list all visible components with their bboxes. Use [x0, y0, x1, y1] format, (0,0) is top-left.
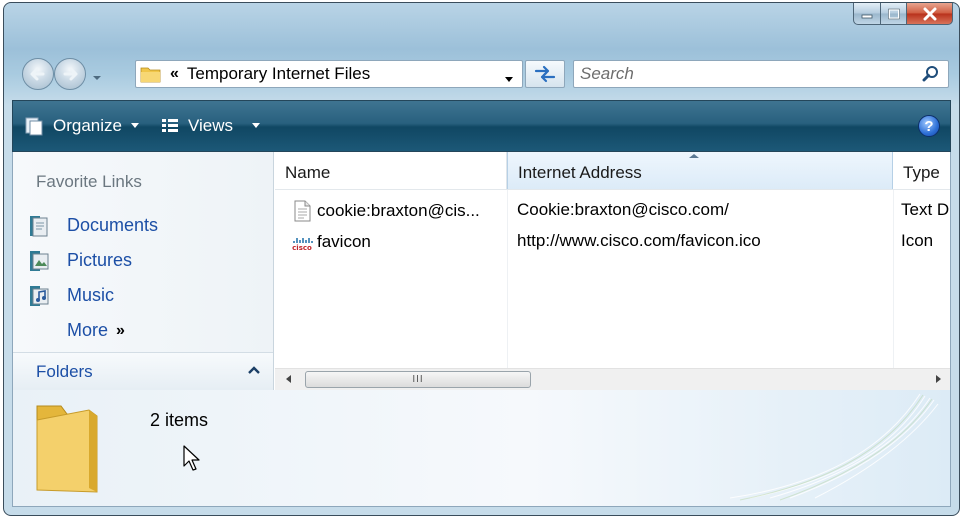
search-input[interactable]: [580, 62, 918, 86]
forward-button[interactable]: [54, 58, 86, 90]
chevron-up-icon: [248, 366, 260, 374]
address-bar[interactable]: « Temporary Internet Files: [135, 60, 523, 88]
documents-icon: [27, 213, 53, 239]
chevron-down-icon: [252, 123, 261, 128]
organize-button[interactable]: Organize: [13, 101, 150, 151]
close-button[interactable]: [907, 3, 953, 25]
scrollbar-grip: III: [412, 374, 424, 385]
navigation-pane: Favorite Links Documents Pictures Music …: [13, 152, 274, 390]
file-address: http://www.cisco.com/favicon.ico: [517, 231, 761, 250]
favorite-link-documents[interactable]: Documents: [27, 208, 267, 243]
folder-icon: [31, 396, 111, 496]
back-button[interactable]: [22, 58, 54, 90]
file-name: favicon: [317, 232, 371, 251]
file-row[interactable]: cookie:braxton@cis... Cookie:braxton@cis…: [275, 195, 950, 226]
folders-label: Folders: [36, 362, 93, 381]
file-name-cell: cisco favicon: [291, 231, 503, 253]
column-header-name[interactable]: Name: [275, 152, 507, 189]
breadcrumb-overflow[interactable]: «: [170, 65, 179, 83]
favorite-link-music[interactable]: Music: [27, 278, 267, 313]
explorer-window: « Temporary Internet Files Or: [3, 2, 960, 516]
folders-bar[interactable]: Folders: [13, 352, 273, 390]
views-button[interactable]: Views: [150, 101, 271, 151]
swoosh-decoration-icon: [729, 393, 939, 501]
text-document-icon: [291, 200, 313, 222]
favorite-links-more[interactable]: More »: [27, 313, 267, 348]
minimize-button[interactable]: [853, 3, 881, 25]
file-rows: cookie:braxton@cis... Cookie:braxton@cis…: [275, 195, 950, 257]
chevron-down-icon: [505, 77, 513, 82]
scroll-left-icon[interactable]: [285, 374, 293, 384]
cisco-icon: cisco: [291, 231, 313, 253]
details-pane: 2 items: [12, 390, 951, 507]
music-icon: [27, 283, 53, 309]
svg-text:cisco: cisco: [292, 244, 312, 252]
maximize-button[interactable]: [881, 3, 907, 25]
file-name-cell: cookie:braxton@cis...: [291, 200, 503, 222]
folder-icon: [140, 65, 162, 83]
help-icon: ?: [924, 117, 934, 135]
file-address: Cookie:braxton@cisco.com/: [517, 200, 729, 219]
more-label: More: [67, 320, 109, 340]
command-toolbar: Organize Views ?: [12, 100, 951, 152]
breadcrumb-location[interactable]: Temporary Internet Files: [187, 64, 370, 84]
column-header-row: Name Internet Address Type: [275, 152, 950, 190]
caption-buttons: [853, 3, 953, 25]
back-arrow-icon: [30, 67, 45, 81]
sort-ascending-icon: [689, 154, 699, 158]
organize-label: Organize: [53, 116, 122, 135]
file-name: cookie:braxton@cis...: [317, 201, 480, 220]
favorite-links-title: Favorite Links: [36, 172, 142, 191]
favorite-link-label: Documents: [67, 215, 159, 235]
file-type: Text D: [901, 200, 950, 219]
double-chevron-right-icon: »: [116, 321, 125, 339]
file-list-pane: Name Internet Address Type cookie:braxto…: [275, 152, 950, 390]
scrollbar-thumb[interactable]: III: [305, 371, 531, 388]
chevron-down-icon: [93, 76, 101, 80]
maximize-icon: [887, 8, 900, 19]
views-label: Views: [187, 116, 234, 135]
main-area: Favorite Links Documents Pictures Music …: [12, 152, 951, 390]
forward-arrow-icon: [63, 67, 78, 81]
refresh-button[interactable]: [525, 60, 565, 88]
search-box[interactable]: [573, 60, 949, 88]
search-icon[interactable]: [918, 62, 944, 86]
help-button[interactable]: ?: [918, 115, 940, 137]
recent-pages-button[interactable]: [92, 69, 102, 87]
file-row[interactable]: cisco favicon http://www.cisco.com/favic…: [275, 226, 950, 257]
minimize-icon: [861, 14, 873, 18]
favorite-link-label: Music: [67, 285, 115, 305]
views-icon: [161, 119, 178, 132]
column-header-type[interactable]: Type: [893, 152, 959, 189]
address-history-button[interactable]: [504, 71, 514, 89]
chevron-down-icon: [130, 123, 139, 128]
navigation-row: « Temporary Internet Files: [12, 56, 951, 92]
favorite-link-pictures[interactable]: Pictures: [27, 243, 267, 278]
pictures-icon: [27, 248, 53, 274]
close-icon: [923, 7, 936, 20]
scroll-right-icon[interactable]: [934, 374, 942, 384]
favorite-link-label: Pictures: [67, 250, 133, 270]
organize-icon: [25, 117, 43, 136]
favorite-links-list: Documents Pictures Music More »: [27, 208, 267, 348]
back-forward-cluster: [12, 56, 132, 92]
mouse-cursor-icon: [183, 445, 200, 471]
item-count: 2 items: [150, 410, 209, 430]
file-type: Icon: [901, 231, 934, 250]
refresh-arrows-icon: [534, 65, 556, 83]
column-header-internet-address[interactable]: Internet Address: [507, 152, 893, 189]
